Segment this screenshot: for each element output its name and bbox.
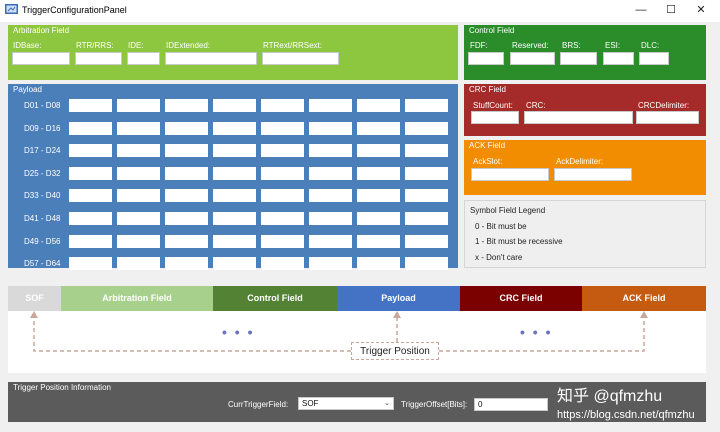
curr-trigger-field-value: SOF — [302, 399, 319, 408]
arrow-head-left — [30, 311, 38, 318]
dots-right: • • • — [520, 324, 553, 340]
watermark-url: https://blog.csdn.net/qfmzhu — [557, 409, 695, 421]
chevron-down-icon: ⌄ — [384, 400, 390, 407]
trigger-path-left — [33, 316, 351, 352]
trigger-offset-value: 0 — [478, 400, 483, 409]
watermark-brand: 知乎 @qfmzhu — [557, 388, 663, 405]
arrow-head-right — [640, 311, 648, 318]
trigger-arrows — [30, 311, 648, 352]
trigger-offset-label: TriggerOffset[Bits]: — [401, 400, 468, 409]
curr-trigger-field-label: CurrTriggerField: — [228, 400, 289, 409]
dots-left: • • • — [222, 324, 255, 340]
arrow-head-center — [393, 311, 401, 318]
curr-trigger-field-select[interactable]: SOF ⌄ — [298, 397, 394, 410]
trigger-info-title: Trigger Position Information — [13, 383, 111, 392]
trigger-position-label: Trigger Position — [351, 342, 439, 360]
trigger-offset-input[interactable]: 0 — [474, 398, 548, 411]
